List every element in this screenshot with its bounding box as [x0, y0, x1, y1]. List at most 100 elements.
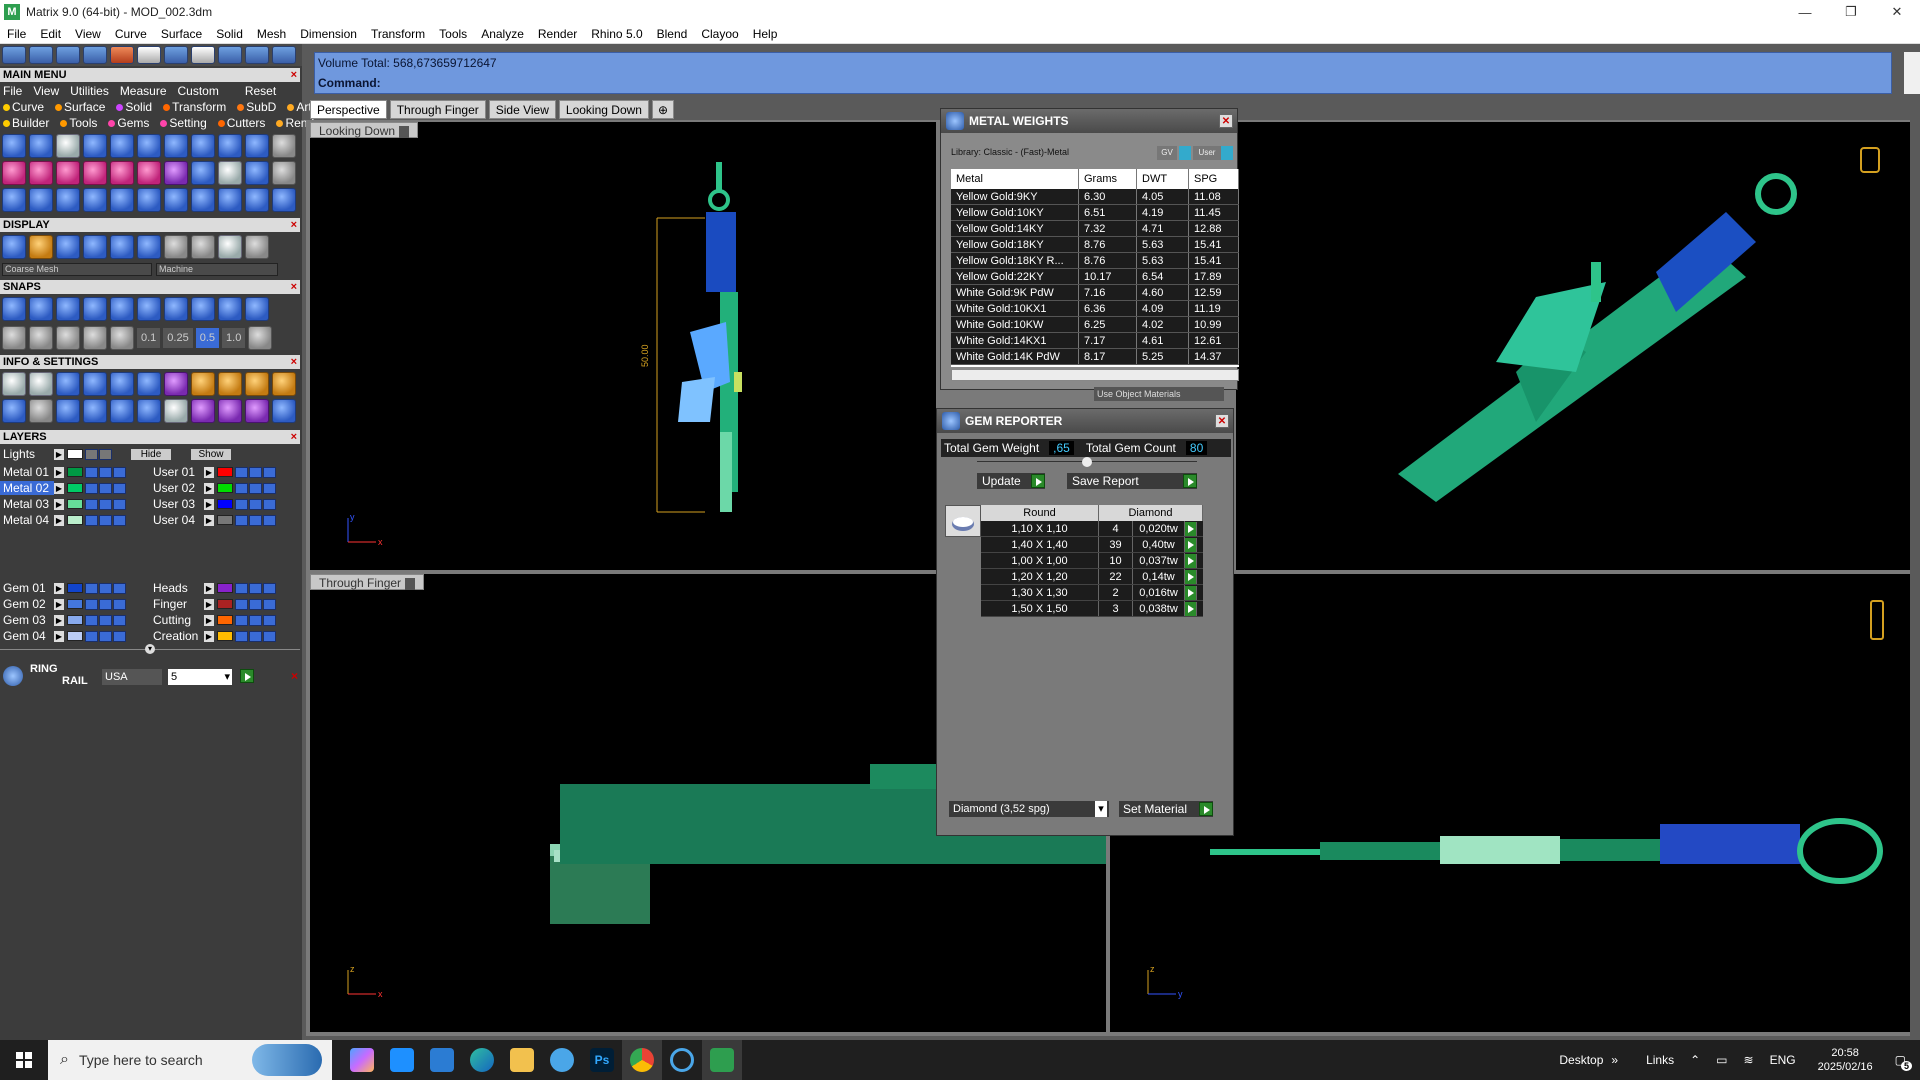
- layer-vis[interactable]: [249, 614, 262, 626]
- layer-sel[interactable]: [113, 498, 126, 510]
- lights-arrow[interactable]: ▶: [54, 448, 64, 460]
- chevron-icon[interactable]: »: [1611, 1053, 1618, 1067]
- layer-color[interactable]: [217, 615, 233, 625]
- menu-edit[interactable]: Edit: [33, 27, 68, 41]
- layer-arrow[interactable]: ▶: [204, 466, 214, 478]
- col-spg[interactable]: SPG: [1189, 169, 1239, 189]
- layer-lock[interactable]: [85, 614, 98, 626]
- mm-builder[interactable]: Builder: [3, 116, 49, 130]
- table-row[interactable]: Yellow Gold:10KY 6.51 4.19 11.45: [951, 205, 1239, 221]
- layer-vis[interactable]: [99, 514, 112, 526]
- loop-icon[interactable]: [83, 134, 107, 158]
- close-icon[interactable]: ✕: [1219, 114, 1233, 128]
- open-icon[interactable]: [2, 46, 26, 64]
- close-icon[interactable]: ×: [291, 430, 297, 444]
- close-icon[interactable]: ×: [291, 68, 297, 82]
- layer-color[interactable]: [217, 631, 233, 641]
- hand-icon[interactable]: [272, 399, 296, 423]
- use-object-materials-toggle[interactable]: Use Object Materials: [1094, 387, 1224, 401]
- mm-cutters[interactable]: Cutters: [217, 116, 265, 130]
- menu-mesh[interactable]: Mesh: [250, 27, 293, 41]
- menu-help[interactable]: Help: [746, 27, 785, 41]
- layer-arrow[interactable]: ▶: [54, 598, 64, 610]
- layer-vis[interactable]: [249, 598, 262, 610]
- notification-icon[interactable]: ▢ 5: [1895, 1053, 1912, 1071]
- document-icon[interactable]: [83, 372, 107, 396]
- layer-vis[interactable]: [249, 630, 262, 642]
- layer-lock[interactable]: [235, 614, 248, 626]
- measure-icon[interactable]: [137, 46, 161, 64]
- mm-gems[interactable]: Gems: [108, 116, 149, 130]
- layer-arrow[interactable]: ▶: [204, 582, 214, 594]
- ring-standard-select[interactable]: USA: [102, 669, 162, 685]
- ring-tool-icon[interactable]: [272, 188, 296, 212]
- menu-transform[interactable]: Transform: [364, 27, 432, 41]
- layer-arrow[interactable]: ▶: [54, 482, 64, 494]
- layer-color[interactable]: [217, 599, 233, 609]
- table-row[interactable]: Yellow Gold:22KY 10.17 6.54 17.89: [951, 269, 1239, 285]
- menu-render[interactable]: Render: [531, 27, 584, 41]
- select-gem-icon[interactable]: [1185, 570, 1197, 584]
- project-icon[interactable]: [110, 326, 134, 350]
- layer-sel[interactable]: [263, 514, 276, 526]
- wireframe-icon[interactable]: [2, 235, 26, 259]
- tab-side-view[interactable]: Side View: [488, 100, 556, 119]
- layer-color[interactable]: [67, 499, 83, 509]
- mm-solid[interactable]: Solid: [116, 100, 152, 114]
- command-prompt[interactable]: Command:: [315, 73, 1891, 93]
- navigation-cube-icon[interactable]: [1870, 600, 1884, 640]
- save-report-button[interactable]: Save Report: [1067, 473, 1197, 489]
- layer-lock[interactable]: [235, 498, 248, 510]
- layer-vis[interactable]: [99, 582, 112, 594]
- viewport-perspective[interactable]: [1236, 122, 1910, 570]
- snap-grid-icon[interactable]: [248, 326, 273, 350]
- ring-size-select[interactable]: 5 ▾: [168, 669, 232, 685]
- layer-vis[interactable]: [99, 630, 112, 642]
- layer-lock[interactable]: [85, 598, 98, 610]
- language-indicator[interactable]: ENG: [1770, 1053, 1796, 1067]
- layer-gem04[interactable]: Gem 04 ▶: [0, 629, 127, 643]
- explorer-app[interactable]: [502, 1040, 542, 1080]
- grid-icon[interactable]: [2, 326, 26, 350]
- close-window-button[interactable]: ✕: [1874, 0, 1920, 24]
- expand-icon[interactable]: ▾: [145, 644, 155, 654]
- arrows-icon[interactable]: [110, 188, 134, 212]
- osnap-icon[interactable]: [83, 326, 107, 350]
- menu-tools[interactable]: Tools: [432, 27, 474, 41]
- layer-user01[interactable]: User 01 ▶: [150, 465, 277, 479]
- menu-rhino[interactable]: Rhino 5.0: [584, 27, 649, 41]
- select-gem-icon[interactable]: [1185, 586, 1197, 600]
- set-material-button[interactable]: Set Material: [1119, 801, 1213, 817]
- table-row[interactable]: White Gold:9K PdW 7.16 4.60 12.59: [951, 285, 1239, 301]
- shaded-icon[interactable]: [29, 235, 53, 259]
- paint-icon[interactable]: [110, 46, 134, 64]
- snap-point-icon[interactable]: [56, 297, 80, 321]
- command-scrollbar[interactable]: [1904, 52, 1920, 94]
- clipboard-icon[interactable]: [110, 372, 134, 396]
- layer-metal02[interactable]: Metal 02 ▶: [0, 481, 127, 495]
- hide-button[interactable]: Hide: [131, 448, 171, 460]
- layer-sel[interactable]: [263, 630, 276, 642]
- artistic-icon[interactable]: [137, 235, 161, 259]
- gem-icon[interactable]: [164, 46, 188, 64]
- edge-app[interactable]: [462, 1040, 502, 1080]
- layer-lock[interactable]: [235, 466, 248, 478]
- globe-icon[interactable]: [29, 46, 53, 64]
- wrench-icon[interactable]: [218, 161, 242, 185]
- layer-arrow[interactable]: ▶: [54, 466, 64, 478]
- lights-lock[interactable]: [85, 448, 98, 460]
- layer-arrow[interactable]: ▶: [204, 614, 214, 626]
- layer-metal04[interactable]: Metal 04 ▶: [0, 513, 127, 527]
- mirror-icon[interactable]: [137, 161, 161, 185]
- layer-sel[interactable]: [113, 514, 126, 526]
- snap-value-3[interactable]: 0.5: [195, 328, 220, 348]
- select-gem-icon[interactable]: [1185, 554, 1197, 568]
- snap-value-4[interactable]: 1.0: [222, 328, 246, 348]
- arc-icon[interactable]: [245, 134, 269, 158]
- layer-lock[interactable]: [85, 498, 98, 510]
- links-toolbar[interactable]: Links: [1646, 1053, 1674, 1067]
- white-sphere-icon[interactable]: [218, 235, 242, 259]
- table-row[interactable]: 1,20 X 1,20 22 0,14tw: [981, 569, 1203, 585]
- ring-icon[interactable]: [56, 134, 80, 158]
- chrome-app[interactable]: [622, 1040, 662, 1080]
